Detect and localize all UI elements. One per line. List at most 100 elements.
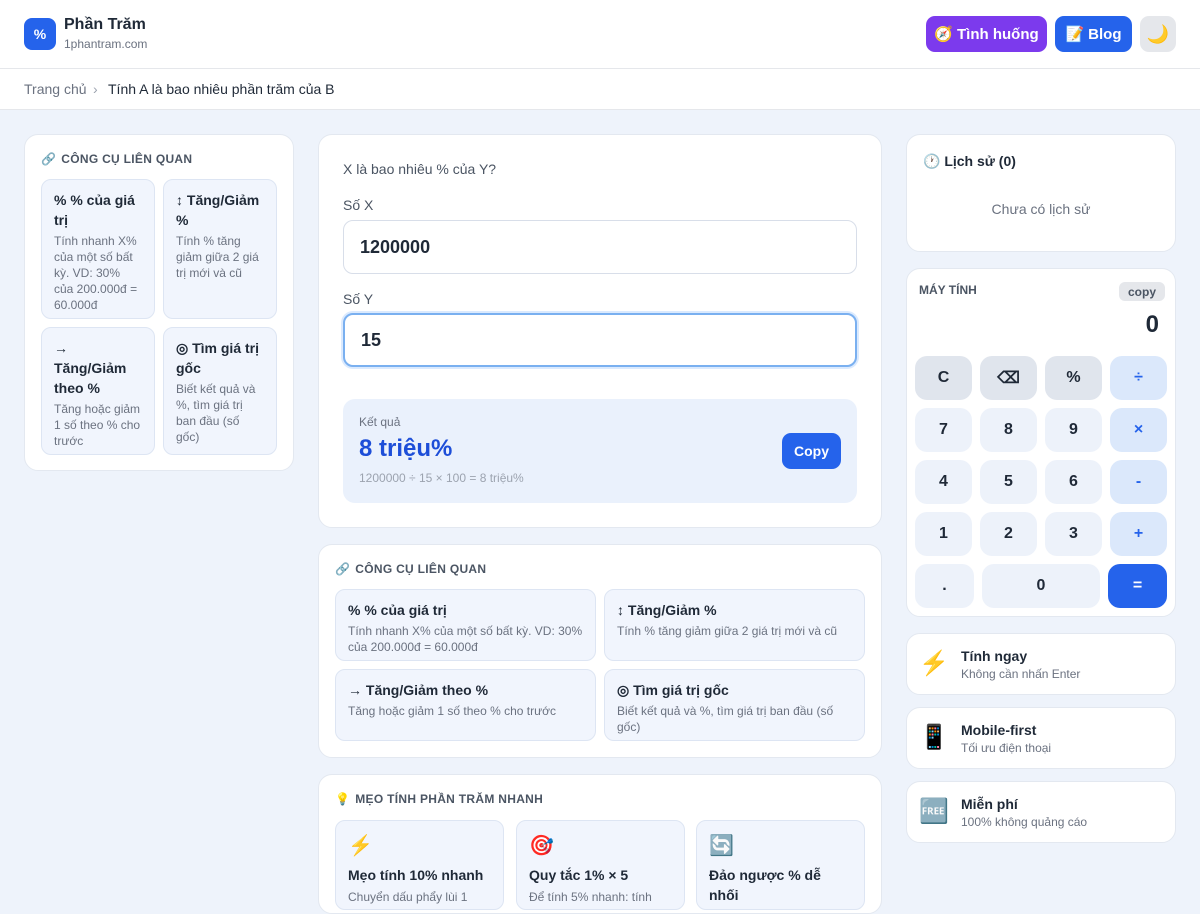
history-empty-text: Chưa có lịch sử (991, 201, 1091, 217)
key-1[interactable]: 1 (915, 512, 972, 556)
compass-icon: 🧭 (934, 26, 954, 43)
tool-card-find-original[interactable]: ◎ Tìm giá trị gốc Biết kết quả và %, tìm… (163, 327, 277, 455)
breadcrumb-home-link[interactable]: Trang chủ (24, 81, 87, 97)
related-tools-title: CÔNG CỤ LIÊN QUAN (61, 152, 193, 166)
tool-card-percent-of-value[interactable]: % % của giá trị Tính nhanh X% của một số… (335, 589, 596, 661)
feature-title: Miễn phí (961, 796, 1018, 812)
key-6[interactable]: 6 (1045, 460, 1102, 504)
key-2[interactable]: 2 (980, 512, 1037, 556)
quick-tips-heading: 💡 MẸO TÍNH PHẦN TRĂM NHANH (335, 792, 543, 806)
key-multiply[interactable]: × (1110, 408, 1167, 452)
key-9[interactable]: 9 (1045, 408, 1102, 452)
feature-subtitle: 100% không quảng cáo (961, 815, 1088, 829)
key-backspace[interactable]: ⌫ (980, 356, 1037, 400)
brand-domain: 1phantram.com (64, 37, 148, 51)
y-field-label: Số Y (343, 291, 374, 307)
tool-card-increase-decrease[interactable]: → Tăng/Giảm theo % Tăng hoặc giảm 1 số t… (41, 327, 155, 455)
quick-tips-section: 💡 MẸO TÍNH PHẦN TRĂM NHANH ⚡ Mẹo tính 10… (318, 774, 882, 914)
lightning-icon: ⚡ (919, 650, 949, 677)
feature-title: Tính ngay (961, 648, 1028, 664)
feature-mobile-first: 📱 Mobile-first Tối ưu điện thoại (906, 707, 1176, 769)
tool-card-title: ◎ Tìm giá trị gốc (176, 340, 260, 376)
basic-calculator-card: MÁY TÍNH copy 0 C ⌫ % ÷ 7 8 9 × 4 5 6 - … (906, 268, 1176, 617)
breadcrumb-current: Tính A là bao nhiêu phần trăm của B (108, 81, 335, 97)
feature-free: 🆓 Miễn phí 100% không quảng cáo (906, 781, 1176, 843)
tip-desc: Để tính 5% nhanh: tính (529, 890, 652, 904)
key-7[interactable]: 7 (915, 408, 972, 452)
blog-button[interactable]: 📝 Blog (1055, 16, 1132, 52)
key-clear[interactable]: C (915, 356, 972, 400)
result-label: Kết quả (359, 415, 401, 429)
tool-card-desc: Tăng hoặc giảm 1 số theo % cho trước (348, 704, 557, 718)
feature-subtitle: Không cần nhấn Enter (961, 667, 1081, 681)
lightning-icon: ⚡ (348, 835, 373, 857)
result-formula: 1200000 ÷ 15 × 100 = 8 triệu% (359, 471, 524, 485)
key-decimal[interactable]: . (915, 564, 974, 608)
x-input[interactable]: 1200000 (343, 220, 857, 274)
tip-card-reverse-percent[interactable]: 🔄 Đảo ngược % dễ nhối (696, 820, 865, 910)
situations-button[interactable]: 🧭 Tình huống (926, 16, 1047, 52)
link-icon: 🔗 (41, 152, 57, 166)
x-field-label: Số X (343, 197, 374, 213)
related-tools-heading: 🔗 CÔNG CỤ LIÊN QUAN (41, 152, 192, 166)
tool-card-title: % % của giá trị (54, 192, 135, 228)
tool-card-desc: Tính % tăng giảm giữa 2 giá trị mới và c… (617, 624, 837, 638)
calculator-title: MÁY TÍNH (919, 283, 977, 297)
reverse-arrows-icon: 🔄 (709, 835, 734, 857)
key-percent[interactable]: % (1045, 356, 1102, 400)
target-icon: 🎯 (529, 835, 554, 857)
copy-result-button[interactable]: Copy (782, 433, 841, 469)
breadcrumb-separator: › (93, 81, 98, 97)
calculator-copy-button[interactable]: copy (1119, 282, 1165, 301)
tool-card-percent-change[interactable]: ↕ Tăng/Giảm % Tính % tăng giảm giữa 2 gi… (163, 179, 277, 319)
blog-button-label: Blog (1088, 25, 1122, 43)
feature-title: Mobile-first (961, 722, 1037, 738)
link-icon: 🔗 (335, 562, 351, 576)
related-tools-heading: 🔗 CÔNG CỤ LIÊN QUAN (335, 562, 486, 576)
tool-card-title: → Tăng/Giảm theo % (54, 340, 127, 396)
tool-card-find-original[interactable]: ◎ Tìm giá trị gốc Biết kết quả và %, tìm… (604, 669, 865, 741)
tool-card-desc: Biết kết quả và %, tìm giá trị ban đầu (… (176, 382, 256, 444)
tip-desc: Chuyển dấu phẩy lùi 1 (348, 890, 468, 904)
situations-button-label: Tình huống (957, 25, 1039, 43)
free-badge-icon: 🆓 (919, 798, 949, 825)
percent-calculator-card: X là bao nhiêu % của Y? Số X 1200000 Số … (318, 134, 882, 528)
mobile-phone-icon: 📱 (919, 724, 949, 751)
tool-card-desc: Biết kết quả và %, tìm giá trị ban đầu (… (617, 704, 834, 734)
tool-card-title: ↕ Tăng/Giảm % (176, 192, 260, 228)
brand-name[interactable]: Phần Trăm (64, 16, 146, 34)
tool-card-desc: Tính % tăng giảm giữa 2 giá trị mới và c… (176, 234, 259, 280)
key-add[interactable]: + (1110, 512, 1167, 556)
tip-title: Đảo ngược % dễ nhối (709, 867, 821, 903)
tool-card-desc: Tăng hoặc giảm 1 số theo % cho trước (54, 402, 141, 448)
key-equals[interactable]: = (1108, 564, 1167, 608)
y-input[interactable]: 15 (343, 313, 857, 367)
tip-title: Quy tắc 1% × 5 (529, 867, 629, 883)
key-subtract[interactable]: - (1110, 460, 1167, 504)
tool-card-increase-decrease[interactable]: → Tăng/Giảm theo % Tăng hoặc giảm 1 số t… (335, 669, 596, 741)
feature-subtitle: Tối ưu điện thoại (961, 741, 1052, 755)
tool-card-desc: Tính nhanh X% của một số bất kỳ. VD: 30%… (348, 624, 583, 654)
tool-card-title: ◎ Tìm giá trị gốc (617, 682, 729, 698)
key-4[interactable]: 4 (915, 460, 972, 504)
calculator-display: 0 (1145, 311, 1159, 338)
moon-icon: 🌙 (1146, 23, 1170, 44)
lightbulb-icon: 💡 (335, 792, 351, 806)
theme-toggle-button[interactable]: 🌙 (1140, 16, 1176, 52)
tip-card-ten-percent[interactable]: ⚡ Mẹo tính 10% nhanh Chuyển dấu phẩy lùi… (335, 820, 504, 910)
key-5[interactable]: 5 (980, 460, 1037, 504)
key-0[interactable]: 0 (982, 564, 1100, 608)
result-value: 8 triệu% (359, 435, 453, 462)
logo-icon[interactable]: % (24, 18, 56, 50)
quick-tips-title: MẸO TÍNH PHẦN TRĂM NHANH (355, 792, 544, 806)
history-panel: 🕐 Lịch sử (0) Chưa có lịch sử (906, 134, 1176, 252)
tip-card-one-percent-rule[interactable]: 🎯 Quy tắc 1% × 5 Để tính 5% nhanh: tính (516, 820, 685, 910)
breadcrumb: Trang chủ › Tính A là bao nhiêu phần tră… (0, 69, 1200, 110)
key-3[interactable]: 3 (1045, 512, 1102, 556)
key-8[interactable]: 8 (980, 408, 1037, 452)
tool-card-percent-change[interactable]: ↕ Tăng/Giảm % Tính % tăng giảm giữa 2 gi… (604, 589, 865, 661)
feature-instant: ⚡ Tính ngay Không cần nhấn Enter (906, 633, 1176, 695)
key-divide[interactable]: ÷ (1110, 356, 1167, 400)
tool-card-percent-of-value[interactable]: % % của giá trị Tính nhanh X% của một số… (41, 179, 155, 319)
tool-card-title: % % của giá trị (348, 602, 447, 618)
